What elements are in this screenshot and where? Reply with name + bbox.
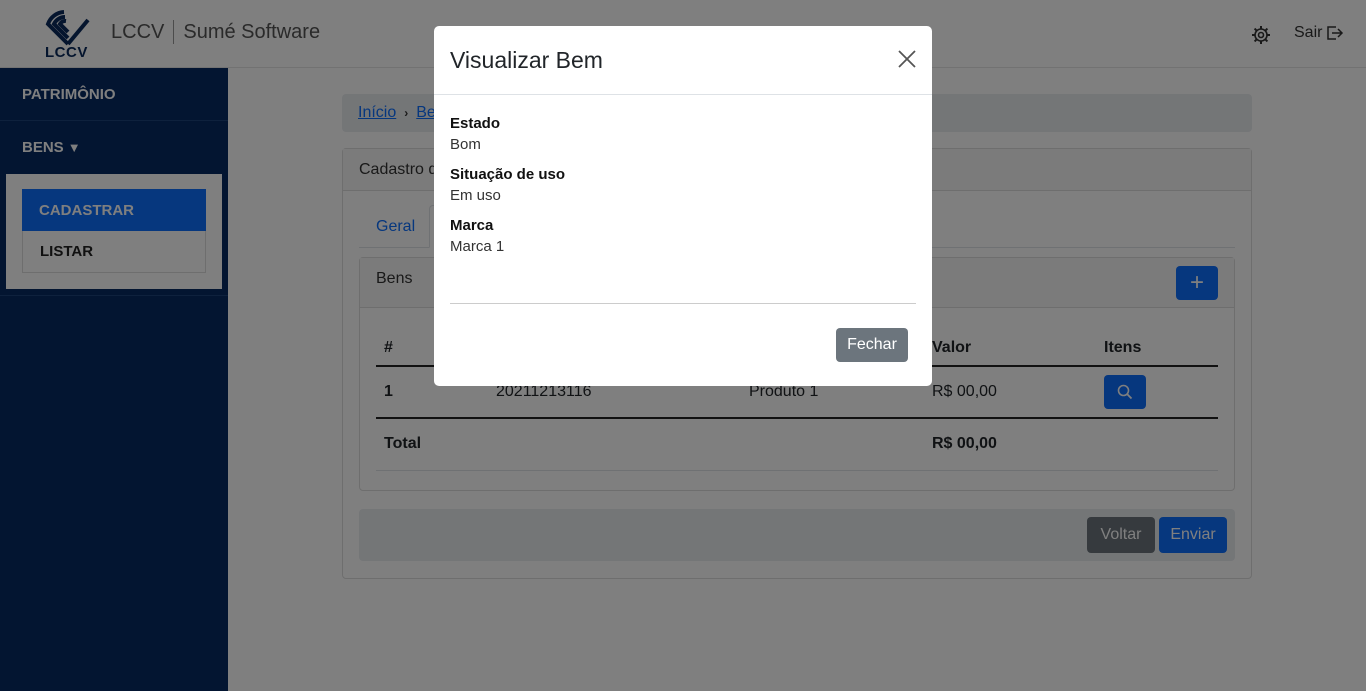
visualizar-bem-modal: Visualizar Bem Estado Bom Situação de us… (434, 26, 932, 386)
field-value: Em uso (450, 187, 501, 204)
field-marca: Marca Marca 1 (450, 217, 916, 255)
field-estado: Estado Bom (450, 115, 916, 153)
field-situacao: Situação de uso Em uso (450, 166, 916, 204)
close-icon[interactable] (898, 50, 916, 68)
field-label: Situação de uso (450, 166, 566, 183)
modal-body: Estado Bom Situação de uso Em uso Marca … (434, 95, 932, 255)
field-value: Marca 1 (450, 238, 505, 255)
field-label: Estado (450, 115, 501, 132)
field-value: Bom (450, 136, 481, 153)
modal-header: Visualizar Bem (434, 26, 932, 95)
fechar-button[interactable]: Fechar (836, 328, 908, 362)
modal-divider (450, 303, 916, 304)
modal-title: Visualizar Bem (450, 46, 603, 73)
field-label: Marca (450, 217, 494, 234)
